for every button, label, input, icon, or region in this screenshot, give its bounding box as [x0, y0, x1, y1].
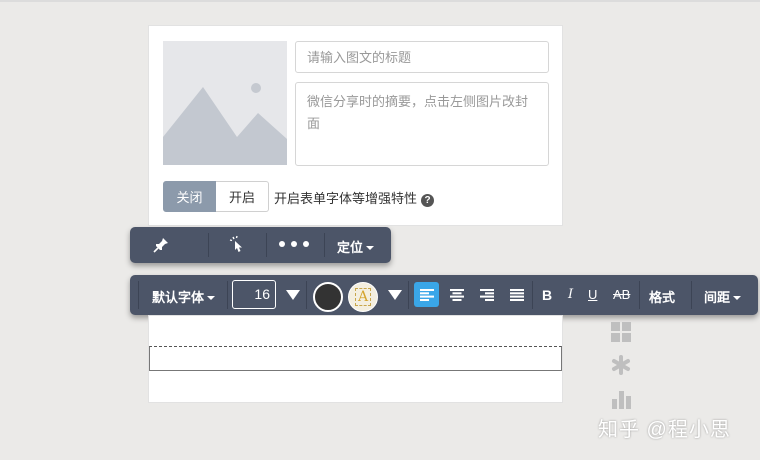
- block-toolbar: 定位: [130, 227, 391, 263]
- underline-button[interactable]: U: [588, 287, 597, 302]
- toggle-description: 开启表单字体等增强特性?: [274, 188, 435, 207]
- asterisk-icon[interactable]: [611, 355, 631, 380]
- summary-textarea[interactable]: 微信分享时的摘要，点击左侧图片改封面: [295, 82, 549, 166]
- color-dropdown-icon[interactable]: [388, 290, 402, 300]
- format-toolbar: 默认字体 16 A B I U AB 格式 间距: [130, 275, 758, 315]
- top-border: [0, 0, 760, 2]
- align-center-icon[interactable]: [450, 289, 464, 301]
- pointer-click-icon[interactable]: [228, 234, 248, 254]
- toggle-on-button[interactable]: 开启: [216, 181, 269, 212]
- spacing-dropdown[interactable]: 间距: [704, 287, 742, 306]
- position-label: 定位: [337, 240, 364, 255]
- position-dropdown[interactable]: 定位: [337, 237, 375, 256]
- font-size-dropdown-icon[interactable]: [286, 290, 300, 300]
- toggle-off-button[interactable]: 关闭: [163, 181, 216, 212]
- bold-button[interactable]: B: [542, 287, 552, 303]
- grid-layout-icon[interactable]: [611, 322, 631, 347]
- more-icon[interactable]: [278, 240, 312, 248]
- watermark: 知乎 @程小思: [598, 419, 731, 441]
- font-size-input[interactable]: 16: [232, 280, 276, 309]
- pin-icon[interactable]: [152, 236, 170, 254]
- image-placeholder-icon: [163, 41, 287, 165]
- toggle-description-text: 开启表单字体等增强特性: [274, 191, 418, 206]
- align-left-button[interactable]: [414, 282, 439, 307]
- title-input[interactable]: 请输入图文的标题: [295, 41, 549, 73]
- bar-chart-icon[interactable]: [611, 389, 631, 414]
- format-button[interactable]: 格式: [649, 287, 675, 306]
- background-color-glyph: A: [355, 288, 371, 306]
- text-color-swatch[interactable]: [313, 282, 343, 312]
- strikethrough-button[interactable]: AB: [613, 287, 630, 302]
- article-card: 请输入图文的标题 微信分享时的摘要，点击左侧图片改封面 关闭 开启 开启表单字体…: [148, 25, 563, 226]
- editor-area: [148, 315, 563, 403]
- chevron-down-icon: [207, 296, 216, 300]
- editable-block[interactable]: [149, 346, 562, 371]
- font-family-value: 默认字体: [152, 290, 205, 305]
- align-justify-icon[interactable]: [510, 289, 524, 301]
- background-color-swatch[interactable]: A: [348, 282, 378, 312]
- font-family-dropdown[interactable]: 默认字体: [152, 287, 216, 306]
- align-right-icon[interactable]: [480, 289, 494, 301]
- help-icon[interactable]: ?: [421, 194, 435, 207]
- spacing-label: 间距: [704, 290, 731, 305]
- cover-image-placeholder[interactable]: [163, 41, 287, 165]
- enhance-toggle: 关闭 开启: [163, 181, 269, 212]
- align-left-icon: [419, 288, 434, 301]
- chevron-down-icon: [366, 246, 375, 250]
- chevron-down-icon: [733, 296, 742, 300]
- italic-button[interactable]: I: [568, 287, 573, 302]
